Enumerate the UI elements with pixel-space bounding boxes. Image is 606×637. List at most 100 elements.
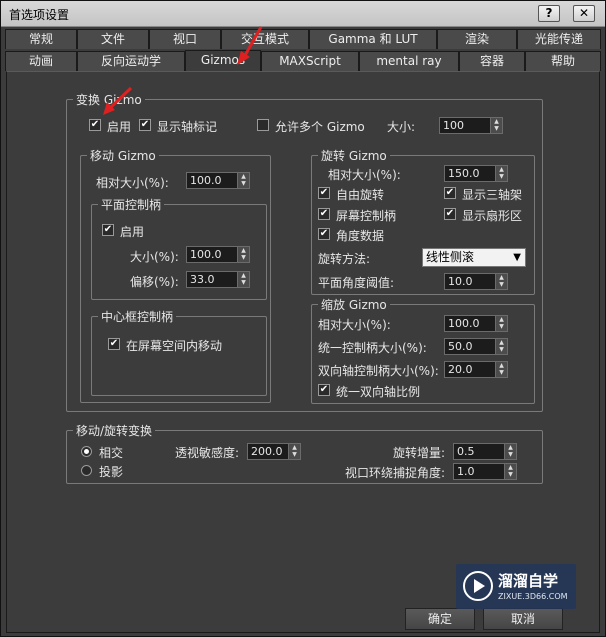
tab-maxscript[interactable]: MAXScript <box>261 51 359 71</box>
transform-size-value[interactable]: 100 <box>439 117 491 134</box>
spinner-arrows-icon[interactable]: ▲ ▼ <box>496 165 508 182</box>
free-rotate-checkbox[interactable]: ✔ <box>318 187 330 199</box>
center-box-handle-group: 中心框控制柄 ✔ 在屏幕空间内移动 <box>91 308 267 396</box>
spinner-arrows-icon[interactable]: ▲ ▼ <box>505 443 517 460</box>
plane-handle-group: 平面控制柄 ✔ 启用 大小(%): 100.0 ▲ ▼ 偏移(%): 33.0 ▲… <box>91 196 267 300</box>
intersect-radio[interactable] <box>81 446 92 457</box>
preferences-dialog: 首选项设置 ? ✕ 常规 文件 视口 交互模式 Gamma 和 LUT 渲染 光… <box>0 0 606 637</box>
plane-offset-value[interactable]: 33.0 <box>186 271 238 288</box>
scale-rel-size-spinner[interactable]: 100.0 ▲ ▼ <box>444 315 508 332</box>
chevron-down-icon[interactable]: ▼ <box>513 249 521 266</box>
allow-multi-gizmo-checkbox[interactable] <box>257 119 269 131</box>
uniform-dual-axis-checkbox[interactable]: ✔ <box>318 384 330 396</box>
uniform-handle-size-spinner[interactable]: 50.0 ▲ ▼ <box>444 338 508 355</box>
orbit-snap-angle-value[interactable]: 1.0 <box>453 463 505 480</box>
tab-inverse-kinematics[interactable]: 反向运动学 <box>77 51 185 71</box>
transform-size-label: 大小: <box>387 120 416 134</box>
move-rel-size-value[interactable]: 100.0 <box>186 172 238 189</box>
ok-button[interactable]: 确定 <box>405 608 475 630</box>
rotate-increment-label: 旋转增量: <box>393 446 446 460</box>
perspective-sensitivity-label: 透视敏感度: <box>175 446 240 460</box>
spinner-arrows-icon[interactable]: ▲ ▼ <box>238 172 250 189</box>
rotate-increment-spinner[interactable]: 0.5 ▲ ▼ <box>453 443 517 460</box>
tab-rendering[interactable]: 渲染 <box>437 29 517 49</box>
spinner-arrows-icon[interactable]: ▲ ▼ <box>505 463 517 480</box>
screen-handle-checkbox[interactable]: ✔ <box>318 208 330 220</box>
show-sector-checkbox[interactable]: ✔ <box>444 208 456 220</box>
screen-handle-label: 屏幕控制柄 <box>336 209 397 223</box>
uniform-dual-axis-label: 统一双向轴比例 <box>336 385 421 399</box>
tab-radiosity[interactable]: 光能传递 <box>517 29 601 49</box>
spinner-arrows-icon[interactable]: ▲ ▼ <box>496 361 508 378</box>
close-button[interactable]: ✕ <box>573 5 595 22</box>
perspective-sensitivity-value[interactable]: 200.0 <box>247 443 289 460</box>
move-rel-size-label: 相对大小(%): <box>96 176 169 190</box>
play-logo-icon <box>463 571 493 601</box>
spinner-arrows-icon[interactable]: ▲ ▼ <box>496 338 508 355</box>
move-rel-size-spinner[interactable]: 100.0 ▲ ▼ <box>186 172 250 189</box>
uniform-handle-size-label: 统一控制柄大小(%): <box>318 341 427 355</box>
project-radio[interactable] <box>81 465 92 476</box>
scale-rel-size-label: 相对大小(%): <box>318 318 391 332</box>
screen-space-move-checkbox[interactable]: ✔ <box>108 338 120 350</box>
tab-containers[interactable]: 容器 <box>459 51 525 71</box>
dual-axis-handle-size-label: 双向轴控制柄大小(%): <box>318 364 439 378</box>
spinner-arrows-icon[interactable]: ▲ ▼ <box>496 315 508 332</box>
move-rotate-transform-group: 移动/旋转变换 相交 投影 透视敏感度: 200.0 ▲ ▼ 旋转增量: 0.5 … <box>66 422 543 484</box>
tab-files[interactable]: 文件 <box>77 29 149 49</box>
cancel-button[interactable]: 取消 <box>483 608 563 630</box>
rotate-rel-size-label: 相对大小(%): <box>328 168 401 182</box>
title-bar[interactable]: 首选项设置 ? ✕ <box>1 1 605 27</box>
tab-general[interactable]: 常规 <box>5 29 77 49</box>
plane-angle-threshold-spinner[interactable]: 10.0 ▲ ▼ <box>444 273 508 290</box>
window-title: 首选项设置 <box>9 8 70 22</box>
rotate-method-value: 线性侧滚 <box>426 250 475 264</box>
spinner-arrows-icon[interactable]: ▲ ▼ <box>238 271 250 288</box>
plane-enable-label: 启用 <box>120 225 145 239</box>
project-label: 投影 <box>99 465 124 479</box>
plane-handle-title: 平面控制柄 <box>98 196 165 213</box>
rotate-rel-size-value[interactable]: 150.0 <box>444 165 496 182</box>
plane-size-spinner[interactable]: 100.0 ▲ ▼ <box>186 246 250 263</box>
spinner-arrows-icon[interactable]: ▲ ▼ <box>238 246 250 263</box>
plane-size-value[interactable]: 100.0 <box>186 246 238 263</box>
orbit-snap-angle-spinner[interactable]: 1.0 ▲ ▼ <box>453 463 517 480</box>
angle-data-checkbox[interactable]: ✔ <box>318 228 330 240</box>
rotate-increment-value[interactable]: 0.5 <box>453 443 505 460</box>
show-axis-checkbox[interactable]: ✔ <box>139 119 151 131</box>
perspective-sensitivity-spinner[interactable]: 200.0 ▲ ▼ <box>247 443 301 460</box>
transform-enable-label: 启用 <box>107 120 132 134</box>
spinner-arrows-icon[interactable]: ▲ ▼ <box>289 443 301 460</box>
red-arrow-icon <box>237 26 263 65</box>
transform-enable-checkbox[interactable]: ✔ <box>89 119 101 131</box>
tab-help[interactable]: 帮助 <box>525 51 601 71</box>
rotate-method-dropdown[interactable]: 线性侧滚 ▼ <box>422 248 526 267</box>
center-box-handle-title: 中心框控制柄 <box>98 308 177 325</box>
uniform-handle-size-value[interactable]: 50.0 <box>444 338 496 355</box>
transform-size-spinner[interactable]: 100 ▲ ▼ <box>439 117 503 134</box>
scale-gizmo-group: 缩放 Gizmo 相对大小(%): 100.0 ▲ ▼ 统一控制柄大小(%): 5… <box>311 296 535 404</box>
tab-mental-ray[interactable]: mental ray <box>359 51 459 71</box>
plane-angle-threshold-value[interactable]: 10.0 <box>444 273 496 290</box>
dual-axis-handle-size-value[interactable]: 20.0 <box>444 361 496 378</box>
spinner-arrows-icon[interactable]: ▲ ▼ <box>496 273 508 290</box>
tab-viewports[interactable]: 视口 <box>149 29 221 49</box>
help-button[interactable]: ? <box>538 5 560 22</box>
tab-animation[interactable]: 动画 <box>5 51 77 71</box>
rotate-rel-size-spinner[interactable]: 150.0 ▲ ▼ <box>444 165 508 182</box>
gizmos-panel: 变换 Gizmo ✔ 启用 ✔ 显示轴标记 允许多个 Gizmo 大小: 100… <box>6 71 600 633</box>
free-rotate-label: 自由旋转 <box>336 188 385 202</box>
red-arrow-icon <box>103 86 133 115</box>
plane-offset-spinner[interactable]: 33.0 ▲ ▼ <box>186 271 250 288</box>
show-three-axis-checkbox[interactable]: ✔ <box>444 187 456 199</box>
plane-offset-label: 偏移(%): <box>130 275 179 289</box>
spinner-arrows-icon[interactable]: ▲ ▼ <box>491 117 503 134</box>
transform-gizmo-group: 变换 Gizmo ✔ 启用 ✔ 显示轴标记 允许多个 Gizmo 大小: 100… <box>66 91 543 412</box>
angle-data-label: 角度数据 <box>336 229 385 243</box>
plane-size-label: 大小(%): <box>130 250 179 264</box>
scale-rel-size-value[interactable]: 100.0 <box>444 315 496 332</box>
dual-axis-handle-size-spinner[interactable]: 20.0 ▲ ▼ <box>444 361 508 378</box>
tab-gamma-lut[interactable]: Gamma 和 LUT <box>309 29 437 49</box>
screen-space-move-label: 在屏幕空间内移动 <box>126 339 223 353</box>
plane-enable-checkbox[interactable]: ✔ <box>102 224 114 236</box>
